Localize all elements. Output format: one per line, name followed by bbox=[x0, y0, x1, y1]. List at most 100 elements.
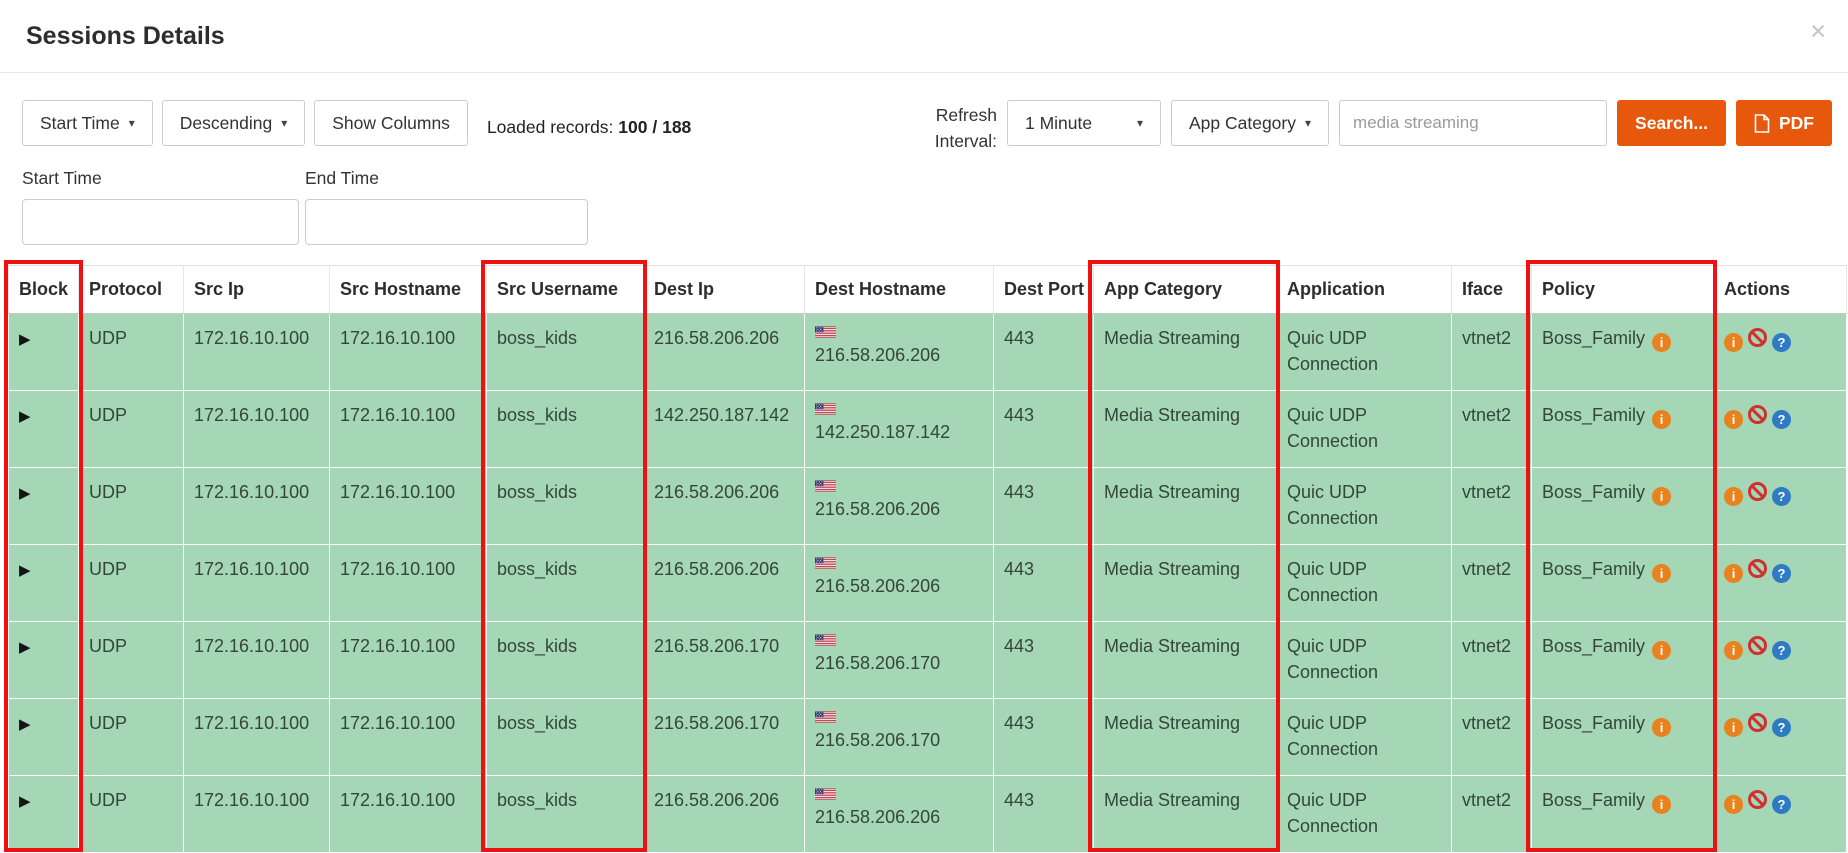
search-button[interactable]: Search... bbox=[1617, 100, 1726, 146]
block-cell[interactable]: ▶ bbox=[8, 313, 79, 391]
block-cell[interactable]: ▶ bbox=[8, 390, 79, 468]
chevron-down-icon: ▾ bbox=[1305, 116, 1312, 130]
sort-field-dropdown[interactable]: Start Time ▾ bbox=[22, 100, 153, 146]
pdf-button[interactable]: PDF bbox=[1736, 100, 1832, 146]
dest-hostname-text: 216.58.206.206 bbox=[815, 499, 941, 519]
play-icon[interactable]: ▶ bbox=[19, 562, 31, 579]
close-icon[interactable]: × bbox=[1810, 18, 1826, 45]
src-ip-cell: 172.16.10.100 bbox=[183, 698, 330, 776]
sort-field-label: Start Time bbox=[40, 112, 120, 133]
chevron-down-icon: ▾ bbox=[128, 116, 135, 130]
policy-info-icon[interactable]: i bbox=[1652, 333, 1672, 352]
policy-info-icon[interactable]: i bbox=[1652, 718, 1672, 737]
src-username-cell: boss_kids bbox=[486, 775, 644, 853]
column-header-iface[interactable]: Iface bbox=[1451, 265, 1532, 314]
help-icon[interactable]: ? bbox=[1772, 641, 1791, 660]
block-icon[interactable] bbox=[1748, 559, 1767, 578]
column-header-actions[interactable]: Actions bbox=[1713, 265, 1847, 314]
column-header-block[interactable]: Block bbox=[8, 265, 79, 314]
block-icon[interactable] bbox=[1748, 328, 1767, 347]
src-ip-cell: 172.16.10.100 bbox=[183, 390, 330, 468]
refresh-interval-select[interactable]: 1 Minute ▾ bbox=[1006, 100, 1161, 146]
block-cell[interactable]: ▶ bbox=[8, 698, 79, 776]
us-flag-icon bbox=[815, 787, 983, 801]
actions-cell: i? bbox=[1713, 390, 1847, 468]
app-category-cell: Media Streaming bbox=[1093, 775, 1277, 853]
iface-cell: vtnet2 bbox=[1451, 313, 1532, 391]
column-header-protocol[interactable]: Protocol bbox=[78, 265, 184, 314]
src-hostname-cell: 172.16.10.100 bbox=[329, 390, 487, 468]
column-header-policy[interactable]: Policy bbox=[1531, 265, 1714, 314]
table-row: ▶ UDP 172.16.10.100 172.16.10.100 boss_k… bbox=[8, 698, 1847, 776]
policy-info-icon[interactable]: i bbox=[1652, 564, 1672, 583]
src-ip-cell: 172.16.10.100 bbox=[183, 313, 330, 391]
play-icon[interactable]: ▶ bbox=[19, 793, 31, 810]
block-icon[interactable] bbox=[1748, 790, 1767, 809]
sort-order-dropdown[interactable]: Descending ▾ bbox=[161, 100, 306, 146]
info-icon[interactable]: i bbox=[1724, 487, 1743, 506]
end-time-input[interactable] bbox=[305, 199, 588, 245]
start-time-input[interactable] bbox=[22, 199, 299, 245]
dest-hostname-cell: 216.58.206.170 bbox=[804, 621, 994, 699]
app-category-dropdown[interactable]: App Category ▾ bbox=[1170, 100, 1330, 146]
help-icon[interactable]: ? bbox=[1772, 333, 1791, 352]
application-cell: Quic UDP Connection bbox=[1276, 467, 1452, 545]
play-icon[interactable]: ▶ bbox=[19, 331, 31, 348]
block-icon[interactable] bbox=[1748, 713, 1767, 732]
play-icon[interactable]: ▶ bbox=[19, 408, 31, 425]
protocol-cell: UDP bbox=[78, 775, 184, 853]
table-row: ▶ UDP 172.16.10.100 172.16.10.100 boss_k… bbox=[8, 621, 1847, 699]
policy-info-icon[interactable]: i bbox=[1652, 795, 1672, 814]
dest-hostname-text: 216.58.206.206 bbox=[815, 576, 941, 596]
policy-name: Boss_Family bbox=[1542, 405, 1646, 425]
info-icon[interactable]: i bbox=[1724, 564, 1743, 583]
dest-hostname-text: 216.58.206.206 bbox=[815, 345, 941, 365]
info-icon[interactable]: i bbox=[1724, 333, 1743, 352]
policy-info-icon[interactable]: i bbox=[1652, 487, 1672, 506]
dest-port-cell: 443 bbox=[993, 698, 1094, 776]
search-input[interactable] bbox=[1339, 100, 1608, 146]
column-header-dest-hostname[interactable]: Dest Hostname bbox=[804, 265, 994, 314]
toolbar-right: Refresh Interval: 1 Minute ▾ App Categor… bbox=[909, 100, 1832, 155]
iface-cell: vtnet2 bbox=[1451, 621, 1532, 699]
iface-cell: vtnet2 bbox=[1451, 467, 1532, 545]
play-icon[interactable]: ▶ bbox=[19, 485, 31, 502]
info-icon[interactable]: i bbox=[1724, 718, 1743, 737]
block-cell[interactable]: ▶ bbox=[8, 621, 79, 699]
policy-name: Boss_Family bbox=[1542, 790, 1646, 810]
src-username-cell: boss_kids bbox=[486, 621, 644, 699]
policy-info-icon[interactable]: i bbox=[1652, 641, 1672, 660]
help-icon[interactable]: ? bbox=[1772, 718, 1791, 737]
help-icon[interactable]: ? bbox=[1772, 564, 1791, 583]
column-header-dest-ip[interactable]: Dest Ip bbox=[643, 265, 805, 314]
show-columns-button[interactable]: Show Columns bbox=[314, 100, 468, 146]
column-header-src-hostname[interactable]: Src Hostname bbox=[329, 265, 487, 314]
block-cell[interactable]: ▶ bbox=[8, 544, 79, 622]
policy-cell: Boss_Family i bbox=[1531, 390, 1714, 468]
block-icon[interactable] bbox=[1748, 405, 1767, 424]
column-header-application[interactable]: Application bbox=[1276, 265, 1452, 314]
block-cell[interactable]: ▶ bbox=[8, 775, 79, 853]
actions-cell: i? bbox=[1713, 313, 1847, 391]
block-icon[interactable] bbox=[1748, 482, 1767, 501]
help-icon[interactable]: ? bbox=[1772, 410, 1791, 429]
column-header-dest-port[interactable]: Dest Port bbox=[993, 265, 1094, 314]
end-time-label: End Time bbox=[305, 168, 379, 188]
help-icon[interactable]: ? bbox=[1772, 795, 1791, 814]
play-icon[interactable]: ▶ bbox=[19, 716, 31, 733]
block-cell[interactable]: ▶ bbox=[8, 467, 79, 545]
block-icon[interactable] bbox=[1748, 636, 1767, 655]
info-icon[interactable]: i bbox=[1724, 641, 1743, 660]
dest-port-cell: 443 bbox=[993, 775, 1094, 853]
info-icon[interactable]: i bbox=[1724, 410, 1743, 429]
column-header-src-ip[interactable]: Src Ip bbox=[183, 265, 330, 314]
help-icon[interactable]: ? bbox=[1772, 487, 1791, 506]
info-icon[interactable]: i bbox=[1724, 795, 1743, 814]
actions-cell: i? bbox=[1713, 621, 1847, 699]
sessions-table: Block Protocol Src Ip Src Hostname Src Usern… bbox=[8, 265, 1847, 853]
column-header-app-category[interactable]: App Category bbox=[1093, 265, 1277, 314]
play-icon[interactable]: ▶ bbox=[19, 639, 31, 656]
policy-info-icon[interactable]: i bbox=[1652, 410, 1672, 429]
column-header-src-username[interactable]: Src Username bbox=[486, 265, 644, 314]
us-flag-icon bbox=[815, 402, 983, 416]
